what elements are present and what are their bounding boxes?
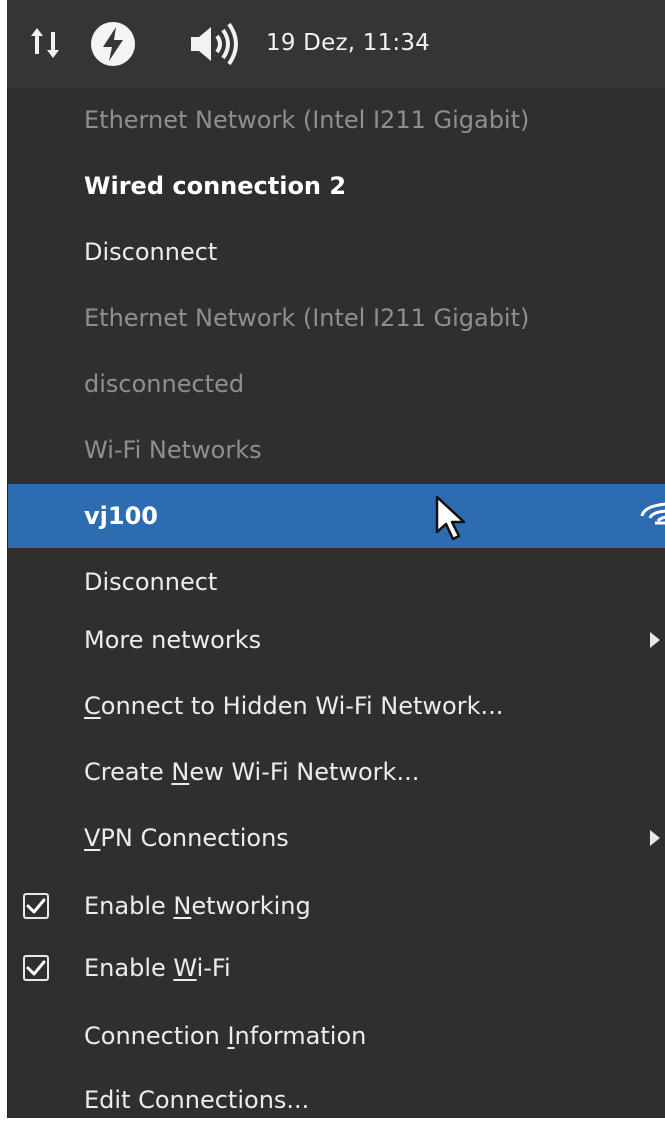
menu-item-label: Enable Wi-Fi (84, 954, 231, 982)
network-transfer-icon[interactable] (27, 24, 67, 68)
volume-icon[interactable] (187, 20, 253, 72)
connect-hidden-wifi-button[interactable]: Connect to Hidden Wi-Fi Network... (8, 674, 665, 738)
ethernet-status-disconnected: disconnected (8, 352, 665, 416)
menu-item-label: Disconnect (84, 238, 218, 266)
menu-item-label: Connect to Hidden Wi-Fi Network... (84, 692, 504, 720)
enable-networking-toggle[interactable]: Enable Networking (8, 874, 665, 938)
network-menu-screenshot: { "panel": { "clock": "19 Dez, 11:34", "… (0, 0, 665, 1124)
wifi-network-vj100[interactable]: vj100 (8, 484, 665, 548)
create-new-wifi-button[interactable]: Create New Wi-Fi Network... (8, 740, 665, 804)
power-icon[interactable] (89, 20, 137, 72)
clock-label[interactable]: 19 Dez, 11:34 (266, 30, 430, 56)
menu-item-label: Wi-Fi Networks (84, 436, 262, 464)
wired-connection-2-item[interactable]: Wired connection 2 (8, 154, 665, 218)
checkbox-checked-icon[interactable] (23, 955, 49, 981)
checkbox-checked-icon[interactable] (23, 893, 49, 919)
menu-item-label: Connection Information (84, 1022, 367, 1050)
wifi-signal-icon (638, 496, 665, 540)
menu-item-label: Disconnect (84, 568, 218, 596)
menu-item-label: Ethernet Network (Intel I211 Gigabit) (84, 304, 530, 332)
more-networks-submenu[interactable]: More networks (8, 608, 665, 672)
network-menu: Ethernet Network (Intel I211 Gigabit) Wi… (7, 88, 665, 1118)
top-panel: 19 Dez, 11:34 (7, 0, 665, 88)
vpn-connections-submenu[interactable]: VPN Connections (8, 806, 665, 870)
menu-item-label: More networks (84, 626, 262, 654)
menu-item-label: VPN Connections (84, 824, 289, 852)
mouse-cursor-icon (434, 494, 474, 548)
disconnect-wired-button[interactable]: Disconnect (8, 220, 665, 284)
menu-item-label: Wired connection 2 (84, 172, 347, 200)
menu-item-label: Edit Connections... (84, 1086, 310, 1114)
menu-item-label: Ethernet Network (Intel I211 Gigabit) (84, 106, 530, 134)
enable-wifi-toggle[interactable]: Enable Wi-Fi (8, 936, 665, 1000)
menu-item-label: Enable Networking (84, 892, 311, 920)
ethernet-header-1: Ethernet Network (Intel I211 Gigabit) (8, 88, 665, 152)
disconnect-wifi-button[interactable]: Disconnect (8, 550, 665, 614)
menu-item-label: Create New Wi-Fi Network... (84, 758, 420, 786)
submenu-arrow-icon (650, 632, 660, 648)
submenu-arrow-icon (650, 830, 660, 846)
ethernet-header-2: Ethernet Network (Intel I211 Gigabit) (8, 286, 665, 350)
connection-information-button[interactable]: Connection Information (8, 1004, 665, 1068)
menu-item-label: disconnected (84, 370, 245, 398)
edit-connections-button[interactable]: Edit Connections... (8, 1068, 665, 1124)
menu-item-label: vj100 (84, 502, 158, 530)
wifi-networks-header: Wi-Fi Networks (8, 418, 665, 482)
